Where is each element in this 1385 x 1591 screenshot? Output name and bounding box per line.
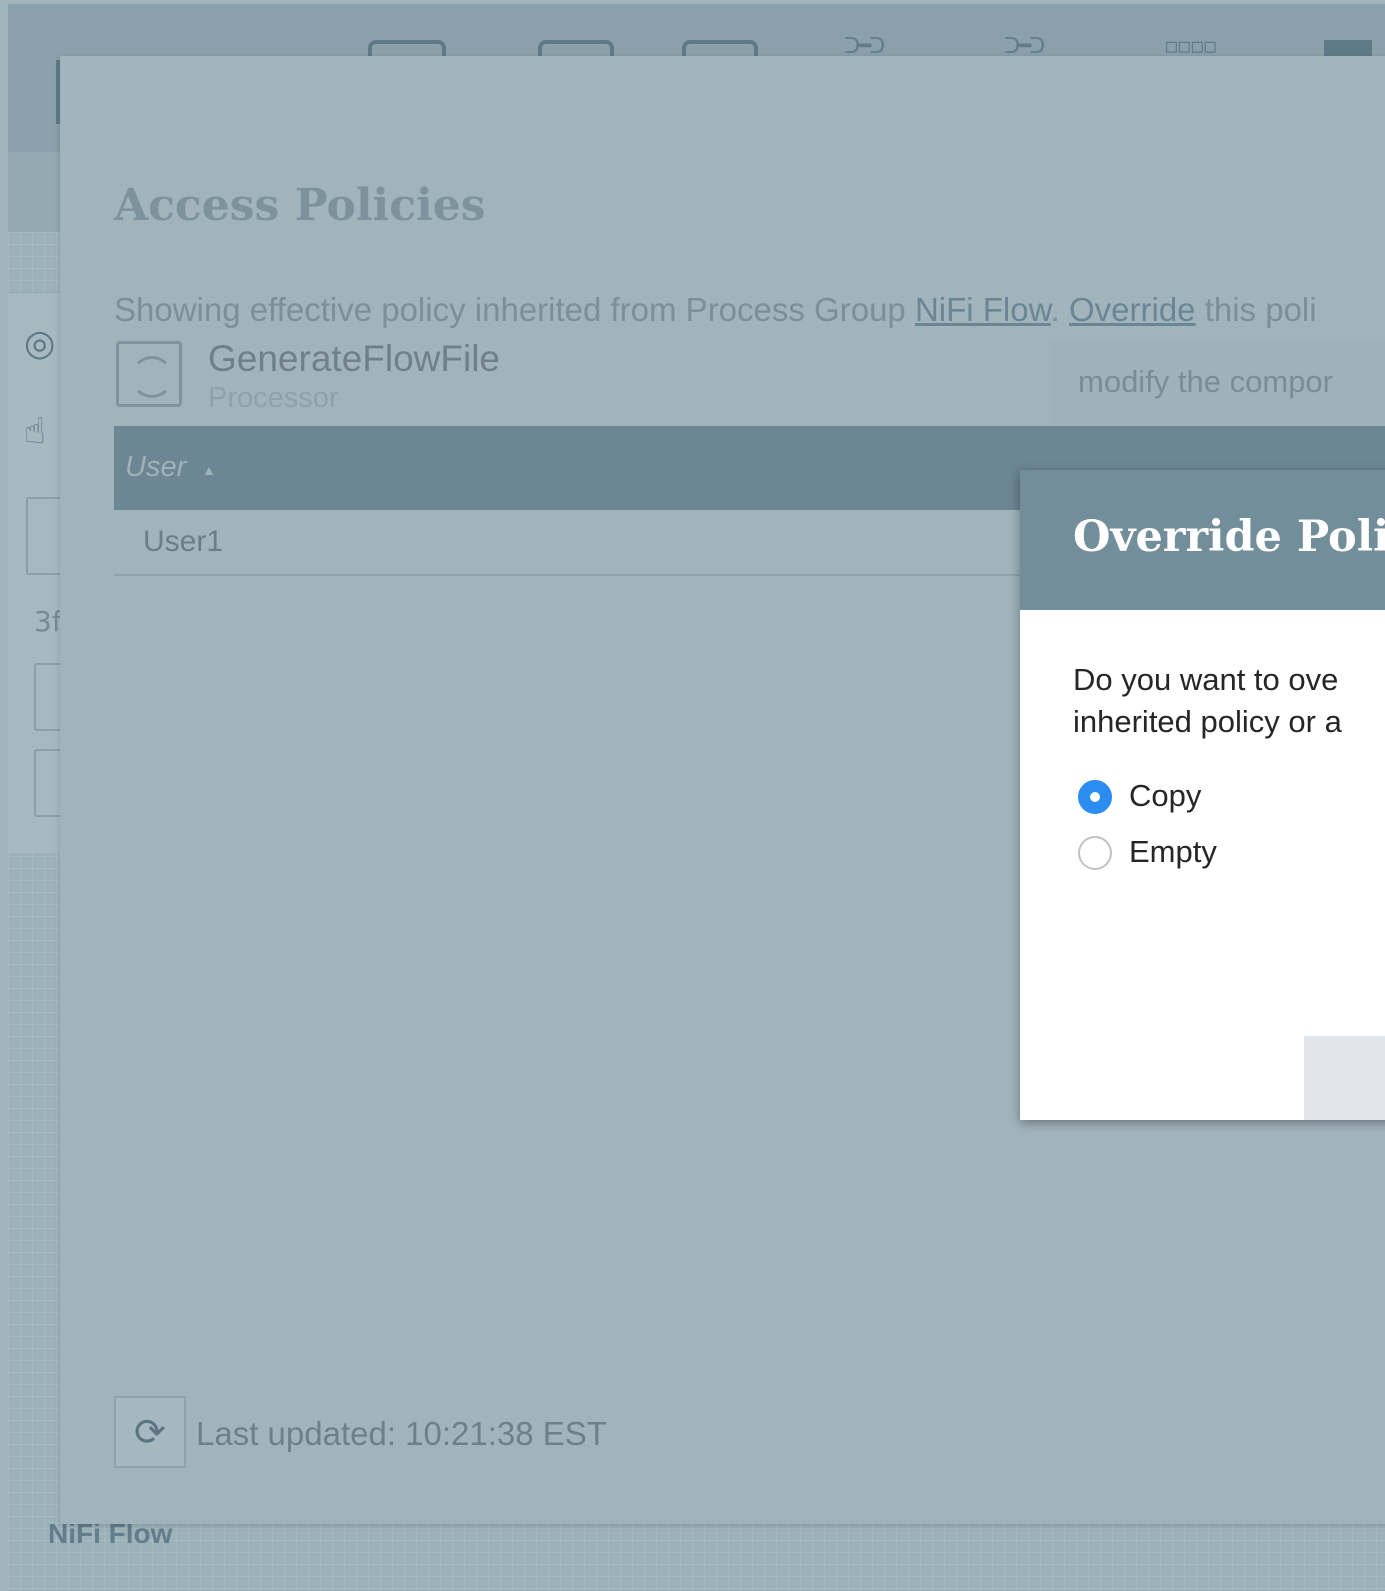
process-group-link[interactable]: NiFi Flow [915,291,1051,328]
override-link[interactable]: Override [1069,291,1196,328]
copy-radio[interactable] [1078,780,1112,814]
dialog-question-line-1: Do you want to ove [1073,662,1339,697]
operate-palette: ◎ ☝ 3f [8,292,78,853]
component-type: Processor [208,382,339,414]
component-id-text: 3f [34,605,62,638]
column-header-user[interactable]: User [125,451,186,484]
inherited-policy-message: Showing effective policy inherited from … [114,291,1317,329]
refresh-icon: ⟳ [134,1410,166,1454]
dialog-header: Override Poli [1020,470,1385,610]
empty-radio-label[interactable]: Empty [1129,834,1217,870]
table-cell-user: User1 [143,525,224,558]
hand-icon[interactable]: ☝ [24,411,46,452]
processor-icon [116,341,182,407]
override-policy-dialog: Override Poli Do you want to ove inherit… [1020,470,1385,1120]
refresh-button[interactable]: ⟳ [114,1396,186,1468]
copy-radio-label[interactable]: Copy [1129,778,1201,814]
message-separator: . [1050,291,1069,328]
screen: ᑐ━ᑐ ᑐ━ᑐ ▫▫▫▫ ◎ ☝ 3f NiFi Flow Access Pol… [0,0,1385,1591]
dialog-title: Override Poli [1073,512,1385,562]
message-suffix: this poli [1195,291,1317,328]
dialog-button[interactable] [1304,1036,1385,1120]
navigate-icon[interactable]: ◎ [24,323,55,364]
last-updated-text: Last updated: 10:21:38 EST [196,1415,607,1452]
sort-ascending-icon: ▲ [202,462,216,478]
policy-action-value: modify the compor [1078,364,1333,399]
modal-title: Access Policies [114,180,486,231]
dialog-question-line-2: inherited policy or a [1073,704,1342,739]
empty-radio[interactable] [1078,836,1112,870]
message-prefix: Showing effective policy inherited from … [114,291,915,328]
component-name: GenerateFlowFile [208,338,501,379]
